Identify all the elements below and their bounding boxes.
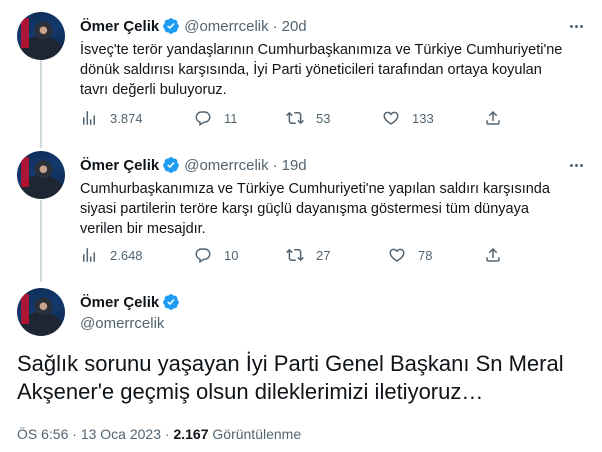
tweet-2[interactable]: Ömer Çelik @omerrcelik · 19d Cumhurbaşka…	[0, 151, 602, 281]
author-name-row: Ömer Çelik	[80, 293, 184, 311]
tweet-date[interactable]: 13 Oca 2023	[81, 426, 161, 442]
views-icon	[83, 111, 95, 125]
separator: ·	[72, 426, 77, 442]
views-button[interactable]: 2.648	[80, 245, 143, 265]
like-button[interactable]: 78	[388, 245, 432, 265]
author-name[interactable]: Ömer Çelik	[80, 18, 159, 35]
views-count: 2.167	[173, 426, 209, 442]
share-button[interactable]	[484, 245, 514, 265]
author-name[interactable]: Ömer Çelik	[80, 294, 159, 311]
reply-icon	[195, 248, 211, 264]
main-tweet-text: Sağlık sorunu yaşayan İyi Parti Genel Ba…	[17, 351, 564, 404]
like-icon	[389, 248, 405, 262]
separator: ·	[272, 156, 278, 174]
reply-button[interactable]: 11	[194, 108, 238, 128]
author-handle[interactable]: @omerrcelik	[80, 315, 164, 332]
tweet-text: İsveç'te terör yandaşlarının Cumhurbaşka…	[80, 42, 563, 98]
author-handle[interactable]: @omerrcelik	[184, 18, 268, 35]
tweet-meta: ÖS 6:56 · 13 Oca 2023 · 2.167 Görüntülen…	[17, 426, 301, 442]
tweet-actions: 3.874 11 53 133	[80, 108, 520, 128]
share-icon	[486, 110, 500, 125]
views-label: Görüntülenme	[212, 426, 302, 442]
retweet-button[interactable]: 53	[286, 108, 330, 128]
reply-button[interactable]: 10	[194, 245, 238, 265]
tweet-actions: 2.648 10 27 78	[80, 245, 520, 265]
more-icon[interactable]	[566, 155, 586, 175]
views-icon	[83, 248, 95, 262]
like-icon	[383, 111, 399, 125]
tweet-1[interactable]: Ömer Çelik @omerrcelik · 20d İsveç'te te…	[0, 12, 602, 142]
verified-badge-icon	[163, 294, 180, 310]
avatar[interactable]	[17, 12, 65, 60]
avatar[interactable]	[17, 151, 65, 199]
timestamp[interactable]: 20d	[282, 18, 307, 35]
more-icon[interactable]	[566, 16, 586, 36]
separator: ·	[164, 426, 170, 442]
verified-badge-icon	[163, 18, 180, 34]
retweet-icon	[286, 111, 304, 125]
verified-badge-icon	[163, 157, 180, 173]
author-handle[interactable]: @omerrcelik	[184, 157, 268, 174]
share-button[interactable]	[484, 108, 514, 128]
author-name[interactable]: Ömer Çelik	[80, 157, 159, 174]
retweet-button[interactable]: 27	[286, 245, 330, 265]
tweet-header: Ömer Çelik @omerrcelik · 19d	[80, 155, 307, 175]
share-icon	[486, 247, 500, 262]
tweet-time[interactable]: ÖS 6:56	[17, 426, 68, 442]
separator: ·	[272, 17, 278, 35]
like-button[interactable]: 133	[382, 108, 434, 128]
reply-icon	[195, 111, 211, 127]
views-button[interactable]: 3.874	[80, 108, 143, 128]
avatar[interactable]	[17, 288, 65, 336]
timestamp[interactable]: 19d	[282, 157, 307, 174]
main-tweet: Ömer Çelik @omerrcelik Sağlık sorunu yaş…	[0, 288, 602, 450]
tweet-header: Ömer Çelik @omerrcelik · 20d	[80, 16, 307, 36]
retweet-icon	[286, 248, 304, 262]
tweet-text: Cumhurbaşkanımıza ve Türkiye Cumhuriyeti…	[80, 181, 550, 237]
